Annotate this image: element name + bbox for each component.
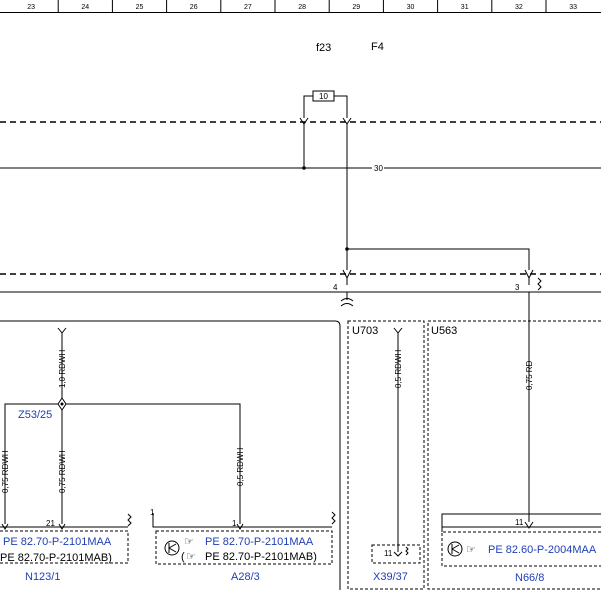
fuse-f23[interactable]: 10 <box>303 90 348 118</box>
column-ruler: 23 24 25 26 27 28 29 30 31 32 33 <box>0 0 601 13</box>
wire-a28-label: 0,5 RDWH <box>236 448 245 486</box>
wire-n66-label: 0,75 RD <box>525 360 534 390</box>
hand-pointer-icon-n66: ☞ <box>466 544 476 556</box>
pin-a28-corner: 1 <box>150 508 155 517</box>
unit-u703-label: U703 <box>352 325 378 337</box>
ref-paren: ( <box>181 551 185 563</box>
connector-middle <box>342 269 542 291</box>
wire-left-a-label: 0,75 RDWH <box>1 450 10 493</box>
terminal-30-label: 30 <box>374 164 383 173</box>
left-area-boundary <box>0 320 341 590</box>
ruler-column-23: 23 <box>27 4 35 11</box>
component-name-n123: N123/1 <box>25 571 60 583</box>
fuse-rating: 10 <box>319 92 328 101</box>
hand-pointer-icon: ☞ <box>184 536 194 548</box>
transistor-icon <box>164 540 180 556</box>
wire-x39-label: 0,5 RDWH <box>394 350 403 388</box>
component-name-n66: N66/8 <box>515 572 544 584</box>
ref-link-n123-mab[interactable]: PE 82.70-P-2101MAB) <box>0 552 112 564</box>
component-n123-1: 21 PE 82.70-P-2101MAA PE 82.70-P-2101MAB… <box>0 513 132 583</box>
splice-label: Z53/25 <box>18 409 52 421</box>
component-name-x39: X39/37 <box>373 571 408 583</box>
unit-u563-label: U563 <box>431 325 457 337</box>
fuse-label: F4 <box>371 41 384 53</box>
wire-left-b-label: 0,75 RDWH <box>58 450 67 493</box>
ruler-column-29: 29 <box>352 4 360 11</box>
ref-link-a28-maa[interactable]: PE 82.70-P-2101MAA <box>205 536 314 548</box>
pin-n123: 21 <box>46 519 55 528</box>
pin-a28: 1 <box>232 519 237 528</box>
ruler-column-33: 33 <box>569 4 577 11</box>
wire-trunk-label: 1,0 RDWH <box>58 350 67 388</box>
ruler-column-25: 25 <box>136 4 144 11</box>
hand-pointer-icon-2: ☞ <box>186 551 196 563</box>
ref-link-n66-maa[interactable]: PE 82.60-P-2004MAA <box>488 544 597 556</box>
ruler-column-30: 30 <box>407 4 415 11</box>
wiring-diagram: 23 24 25 26 27 28 29 30 31 32 33 f23 F4 10 30 4 3 <box>0 0 601 590</box>
component-name-a28: A28/3 <box>231 571 260 583</box>
connector-f23-in <box>299 117 352 125</box>
ruler-column-27: 27 <box>244 4 252 11</box>
ruler-column-31: 31 <box>461 4 469 11</box>
ref-link-a28-mab[interactable]: PE 82.70-P-2101MAB) <box>205 551 317 563</box>
pin-n66: 11 <box>515 518 524 527</box>
ref-link-n123-maa[interactable]: PE 82.70-P-2101MAA <box>3 536 112 548</box>
ruler-column-26: 26 <box>190 4 198 11</box>
splice-z53-25[interactable] <box>57 397 67 411</box>
component-a28-3: 1 1 ☞ PE 82.70-P-2101MAA ( ☞ PE 82.70-P-… <box>150 508 336 583</box>
pin-label-3: 3 <box>515 283 520 292</box>
wire-left-a <box>4 403 58 524</box>
fuse-name: f23 <box>316 42 331 54</box>
ruler-column-32: 32 <box>515 4 523 11</box>
pin-label-4: 4 <box>333 283 338 292</box>
wire-a28 <box>66 403 241 524</box>
ruler-column-24: 24 <box>81 4 89 11</box>
transistor-icon-n66 <box>447 541 463 557</box>
component-x39-37: 0,5 RDWH 11 X39/37 <box>371 327 421 583</box>
pin-x39: 11 <box>384 549 393 558</box>
ruler-column-28: 28 <box>298 4 306 11</box>
component-n66-8: 0,75 RD 11 ☞ PE 82.60-P-2004MAA N66/8 <box>441 360 601 584</box>
